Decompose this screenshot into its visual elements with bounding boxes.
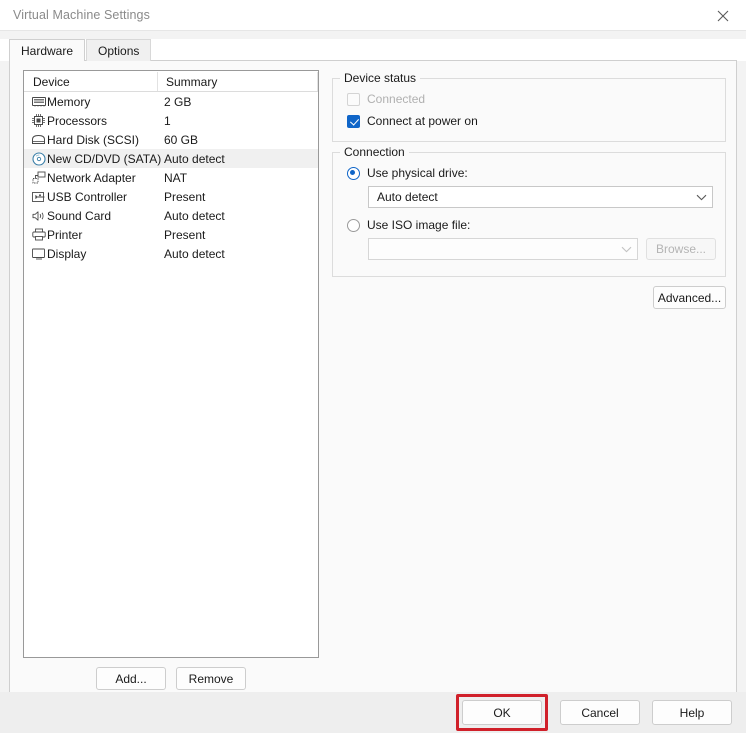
column-divider bbox=[157, 72, 158, 91]
connection-group: Connection Use physical drive: Auto dete… bbox=[332, 145, 726, 277]
device-name: Sound Card bbox=[47, 208, 112, 223]
chevron-down-icon[interactable] bbox=[690, 194, 712, 201]
connect-at-power-on-label: Connect at power on bbox=[367, 114, 478, 128]
add-button[interactable]: Add... bbox=[96, 667, 166, 690]
iso-path-combo[interactable] bbox=[368, 238, 638, 260]
chevron-down-icon-iso[interactable] bbox=[615, 246, 637, 253]
device-list-header: Device Summary bbox=[24, 71, 318, 92]
device-status-group-title: Device status bbox=[340, 71, 421, 85]
use-physical-drive-radio-row[interactable]: Use physical drive: bbox=[347, 165, 468, 181]
device-name: Printer bbox=[47, 227, 83, 242]
table-row[interactable]: Display Auto detect bbox=[24, 244, 318, 263]
device-summary: 1 bbox=[164, 113, 171, 128]
connection-group-title: Connection bbox=[340, 145, 409, 159]
device-list[interactable]: Device Summary Memory 2 GB Processors 1 bbox=[23, 70, 319, 658]
device-summary: 60 GB bbox=[164, 132, 199, 147]
close-icon[interactable] bbox=[700, 0, 746, 31]
virtual-machine-settings-dialog: Virtual Machine Settings Hardware Option… bbox=[0, 0, 746, 733]
ok-button[interactable]: OK bbox=[462, 700, 542, 725]
connect-at-power-on-checkbox[interactable] bbox=[347, 114, 360, 128]
usb-controller-icon bbox=[30, 191, 47, 203]
device-summary: NAT bbox=[164, 170, 188, 185]
table-row[interactable]: Sound Card Auto detect bbox=[24, 206, 318, 225]
help-button[interactable]: Help bbox=[652, 700, 732, 725]
device-summary: 2 GB bbox=[164, 94, 192, 109]
processor-icon bbox=[30, 114, 47, 127]
browse-button[interactable]: Browse... bbox=[646, 238, 716, 260]
use-physical-drive-radio[interactable] bbox=[347, 166, 360, 180]
table-row[interactable]: Memory 2 GB bbox=[24, 92, 318, 111]
use-iso-image-label: Use ISO image file: bbox=[367, 218, 471, 232]
device-name: Memory bbox=[47, 94, 91, 109]
device-name: Display bbox=[47, 246, 87, 261]
device-name: USB Controller bbox=[47, 189, 128, 204]
device-summary: Auto detect bbox=[164, 151, 225, 166]
device-summary: Present bbox=[164, 189, 206, 204]
memory-icon bbox=[30, 96, 47, 107]
device-name: Processors bbox=[47, 113, 108, 128]
network-adapter-icon bbox=[30, 171, 47, 184]
device-name: New CD/DVD (SATA) bbox=[47, 151, 162, 166]
connected-checkbox[interactable] bbox=[347, 92, 360, 106]
use-iso-image-radio-row[interactable]: Use ISO image file: bbox=[347, 217, 470, 233]
hard-disk-icon bbox=[30, 134, 47, 145]
connected-label: Connected bbox=[367, 92, 426, 106]
cd-dvd-icon bbox=[30, 151, 47, 166]
device-name: Hard Disk (SCSI) bbox=[47, 132, 140, 147]
tab-options[interactable]: Options bbox=[86, 39, 152, 61]
advanced-button[interactable]: Advanced... bbox=[653, 286, 726, 309]
device-summary: Present bbox=[164, 227, 206, 242]
dialog-footer: OK Cancel Help bbox=[0, 692, 746, 733]
table-row-selected[interactable]: New CD/DVD (SATA) Auto detect bbox=[24, 149, 318, 168]
table-row[interactable]: Printer Present bbox=[24, 225, 318, 244]
tab-strip: Hardware Options bbox=[0, 39, 746, 61]
window-title: Virtual Machine Settings bbox=[13, 8, 150, 22]
physical-drive-value: Auto detect bbox=[377, 190, 438, 204]
device-status-group: Device status Connected Connect at power… bbox=[332, 71, 726, 142]
device-list-buttons: Add... Remove bbox=[23, 667, 319, 690]
printer-icon bbox=[30, 228, 47, 241]
column-divider-right bbox=[317, 72, 318, 91]
use-iso-image-radio[interactable] bbox=[347, 218, 360, 232]
hardware-tab-panel: Device Summary Memory 2 GB Processors 1 bbox=[9, 60, 737, 693]
use-physical-drive-label: Use physical drive: bbox=[367, 166, 468, 180]
display-icon bbox=[30, 248, 47, 260]
sound-card-icon bbox=[30, 210, 47, 222]
remove-button[interactable]: Remove bbox=[176, 667, 246, 690]
connect-at-power-on-checkbox-row[interactable]: Connect at power on bbox=[347, 113, 478, 129]
tab-hardware[interactable]: Hardware bbox=[9, 39, 86, 61]
device-name: Network Adapter bbox=[47, 170, 136, 185]
device-summary: Auto detect bbox=[164, 246, 225, 261]
table-row[interactable]: Processors 1 bbox=[24, 111, 318, 130]
title-bar: Virtual Machine Settings bbox=[0, 0, 746, 31]
connected-checkbox-row[interactable]: Connected bbox=[347, 91, 425, 107]
table-row[interactable]: USB Controller Present bbox=[24, 187, 318, 206]
ok-button-highlight: OK bbox=[456, 694, 548, 731]
table-row[interactable]: Network Adapter NAT bbox=[24, 168, 318, 187]
column-header-device: Device bbox=[33, 75, 70, 89]
column-header-summary: Summary bbox=[166, 75, 218, 89]
table-row[interactable]: Hard Disk (SCSI) 60 GB bbox=[24, 130, 318, 149]
device-summary: Auto detect bbox=[164, 208, 225, 223]
cancel-button[interactable]: Cancel bbox=[560, 700, 640, 725]
physical-drive-combo[interactable]: Auto detect bbox=[368, 186, 713, 208]
